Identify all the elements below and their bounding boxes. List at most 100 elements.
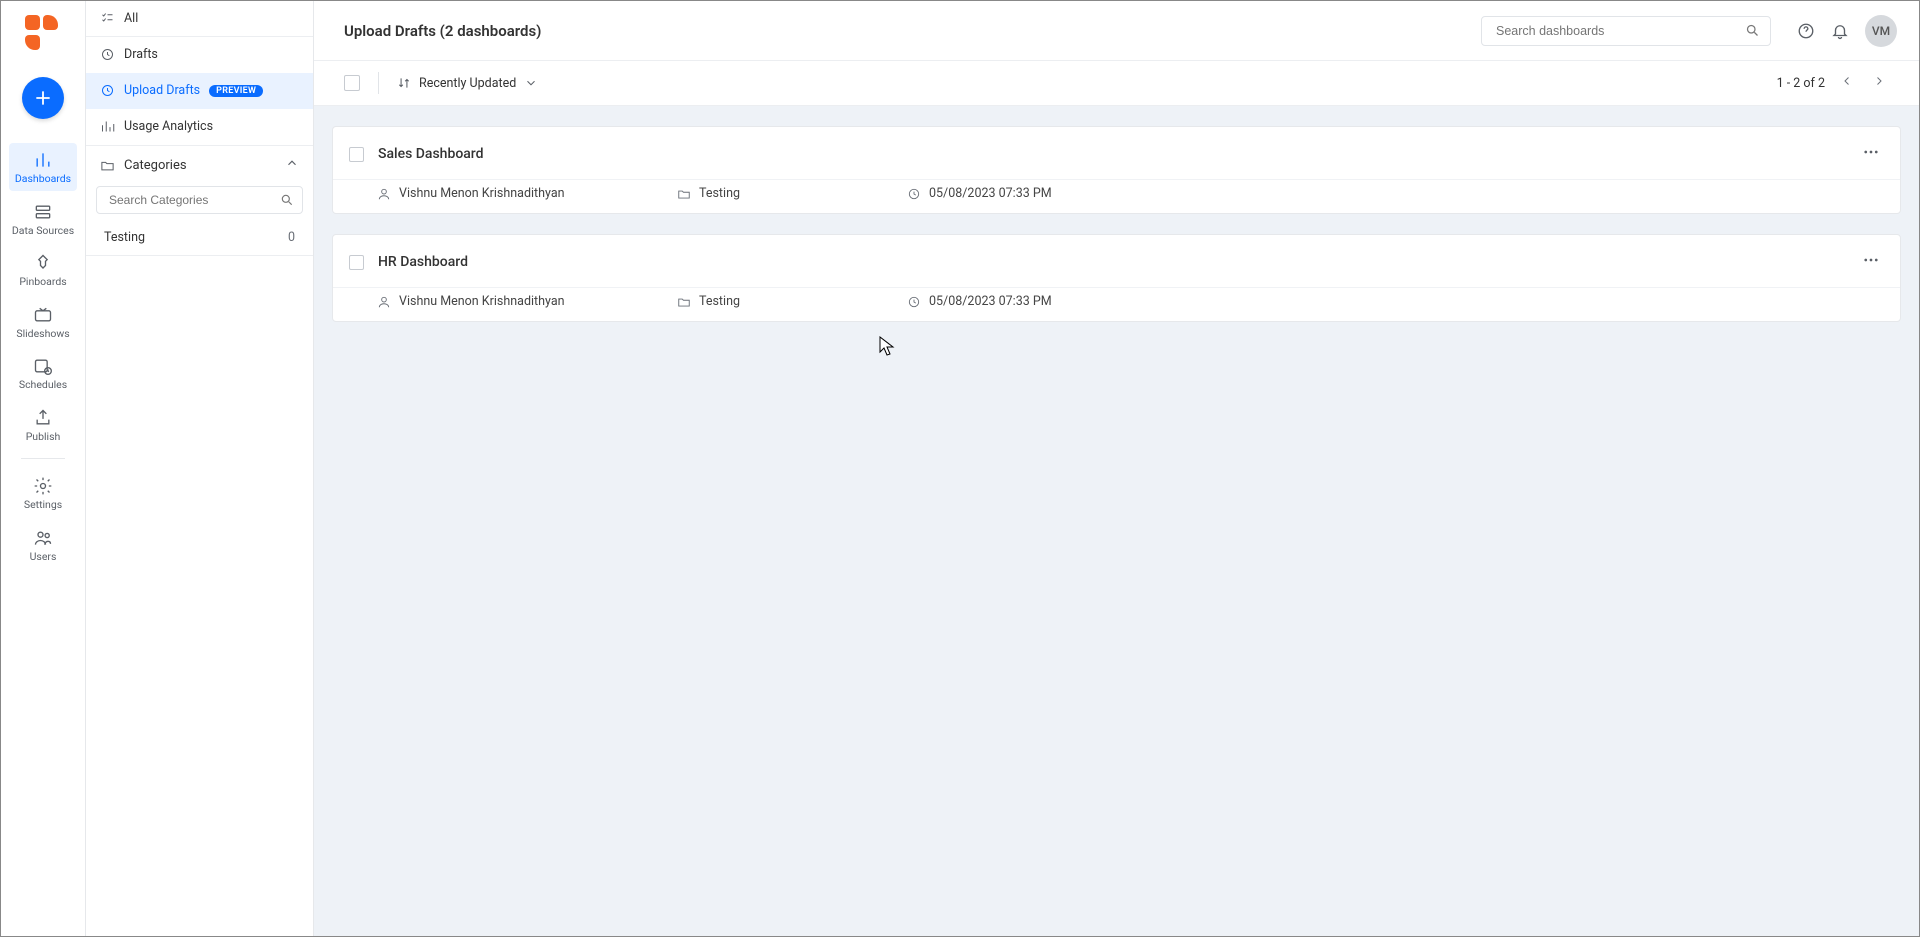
sidebar-item-all[interactable]: All (86, 1, 313, 37)
nav-pinboards[interactable]: Pinboards (9, 246, 77, 294)
share-icon (33, 408, 53, 428)
meta-category: Testing (677, 294, 907, 309)
preview-badge: PREVIEW (209, 85, 263, 97)
app-frame: Dashboards Data Sources Pinboards Slides… (1, 1, 1919, 936)
nav-label: Users (30, 551, 57, 563)
search-dashboards[interactable] (1481, 16, 1771, 46)
checklist-icon (100, 11, 115, 26)
folder-icon (677, 187, 691, 201)
search-dashboards-input[interactable] (1492, 17, 1745, 45)
topbar: Upload Drafts (2 dashboards) VM (314, 1, 1919, 61)
sidebar-item-label: Usage Analytics (124, 119, 213, 134)
clock-icon (907, 187, 921, 201)
meta-timestamp: 05/08/2023 07:33 PM (907, 294, 1167, 309)
main-panel: Upload Drafts (2 dashboards) VM Recently… (314, 1, 1919, 936)
nav-publish[interactable]: Publish (9, 401, 77, 449)
help-button[interactable] (1789, 14, 1823, 48)
owner-name: Vishnu Menon Krishnadithyan (399, 186, 565, 201)
database-icon (33, 202, 53, 222)
notifications-button[interactable] (1823, 14, 1857, 48)
chevron-up-icon (285, 156, 299, 174)
nav-label: Slideshows (16, 328, 69, 340)
tv-icon (33, 305, 53, 325)
timestamp: 05/08/2023 07:33 PM (929, 186, 1052, 201)
chevron-left-icon (1841, 75, 1853, 87)
sidebar-item-drafts[interactable]: Drafts (86, 37, 313, 73)
upload-clock-icon (100, 83, 115, 98)
folder-icon (677, 295, 691, 309)
card-meta: Vishnu Menon Krishnadithyan Testing 05/0… (333, 287, 1900, 321)
bell-icon (1831, 22, 1849, 40)
bar-chart-icon (33, 150, 53, 170)
users-icon (33, 528, 53, 548)
content-area: Sales Dashboard Vishnu Menon Krishnadith… (314, 106, 1919, 936)
card-meta: Vishnu Menon Krishnadithyan Testing 05/0… (333, 179, 1900, 213)
gear-icon (33, 476, 53, 496)
pagination-text: 1 - 2 of 2 (1777, 76, 1825, 91)
search-icon (1745, 23, 1760, 38)
nav-schedules[interactable]: Schedules (9, 349, 77, 397)
nav-label: Data Sources (12, 225, 74, 237)
cursor-icon (879, 336, 895, 360)
category-row[interactable]: Testing 0 (86, 222, 313, 256)
card-header: HR Dashboard (333, 235, 1900, 287)
card-checkbox[interactable] (349, 147, 364, 162)
more-icon (1862, 143, 1880, 161)
toolbar: Recently Updated 1 - 2 of 2 (314, 61, 1919, 106)
plus-icon (34, 89, 52, 107)
search-icon (280, 193, 294, 207)
calendar-clock-icon (33, 356, 53, 376)
nav-users[interactable]: Users (9, 521, 77, 569)
clock-icon (100, 47, 115, 62)
search-categories[interactable] (96, 186, 303, 214)
nav-divider (21, 458, 65, 459)
nav-label: Dashboards (15, 173, 71, 185)
toolbar-separator (378, 72, 379, 94)
search-categories-input[interactable] (105, 187, 280, 213)
nav-rail: Dashboards Data Sources Pinboards Slides… (1, 1, 86, 936)
user-icon (377, 187, 391, 201)
prev-page-button[interactable] (1837, 71, 1857, 95)
sidebar-item-usage-analytics[interactable]: Usage Analytics (86, 109, 313, 145)
meta-category: Testing (677, 186, 907, 201)
category-name: Testing (699, 294, 740, 309)
folder-icon (100, 158, 115, 173)
category-name: Testing (699, 186, 740, 201)
meta-owner: Vishnu Menon Krishnadithyan (377, 294, 677, 309)
more-icon (1862, 251, 1880, 269)
nav-dashboards[interactable]: Dashboards (9, 143, 77, 191)
meta-owner: Vishnu Menon Krishnadithyan (377, 186, 677, 201)
avatar[interactable]: VM (1865, 15, 1897, 47)
card-checkbox[interactable] (349, 255, 364, 270)
analytics-icon (100, 119, 115, 134)
next-page-button[interactable] (1869, 71, 1889, 95)
sort-button[interactable]: Recently Updated (397, 76, 538, 91)
sub-sidebar: All Drafts Upload Drafts PREVIEW Usage A… (86, 1, 314, 936)
select-all-checkbox[interactable] (344, 75, 360, 91)
nav-data-sources[interactable]: Data Sources (9, 195, 77, 243)
category-count: 0 (288, 230, 295, 245)
sort-label: Recently Updated (419, 76, 516, 91)
pin-icon (33, 253, 53, 273)
help-icon (1797, 22, 1815, 40)
card-title: HR Dashboard (378, 254, 468, 270)
sidebar-item-upload-drafts[interactable]: Upload Drafts PREVIEW (86, 73, 313, 109)
category-name: Testing (104, 230, 145, 245)
nav-label: Settings (24, 499, 62, 511)
dashboard-card[interactable]: Sales Dashboard Vishnu Menon Krishnadith… (332, 126, 1901, 214)
pagination: 1 - 2 of 2 (1777, 71, 1889, 95)
nav-settings[interactable]: Settings (9, 469, 77, 517)
card-menu-button[interactable] (1858, 139, 1884, 169)
app-logo[interactable] (25, 15, 61, 51)
card-menu-button[interactable] (1858, 247, 1884, 277)
nav-slideshows[interactable]: Slideshows (9, 298, 77, 346)
create-button[interactable] (22, 77, 64, 119)
clock-icon (907, 295, 921, 309)
categories-toggle[interactable]: Categories (86, 145, 313, 182)
dashboard-card[interactable]: HR Dashboard Vishnu Menon Krishnadithyan… (332, 234, 1901, 322)
nav-label: Schedules (19, 379, 67, 391)
nav-label: Publish (26, 431, 61, 443)
nav-label: Pinboards (19, 276, 66, 288)
meta-timestamp: 05/08/2023 07:33 PM (907, 186, 1167, 201)
owner-name: Vishnu Menon Krishnadithyan (399, 294, 565, 309)
